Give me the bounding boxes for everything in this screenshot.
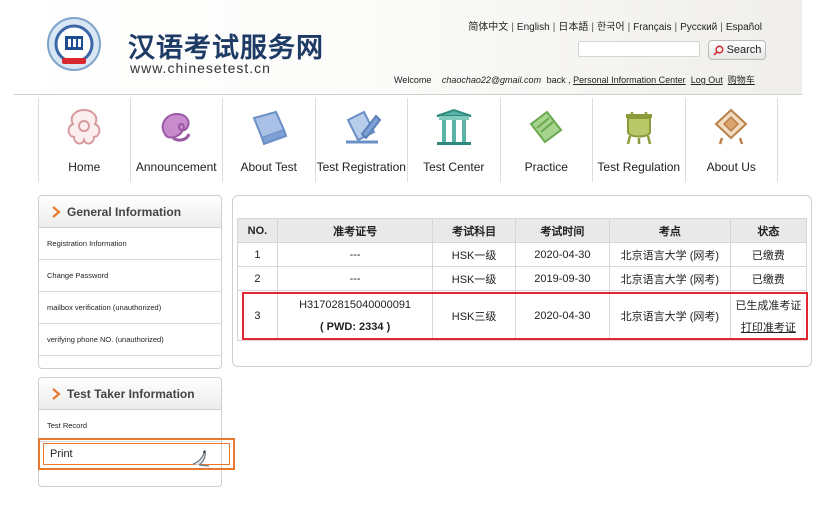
cell-time: 2020-04-30 (514, 290, 610, 341)
nav-label: Test Registration (316, 160, 406, 174)
about-test-icon (252, 110, 288, 146)
lang-es[interactable]: Español (726, 22, 762, 33)
lang-ko[interactable]: 한국어 (597, 22, 625, 33)
change-password-link[interactable]: Change Password (39, 260, 221, 292)
brand-url: www.chinesetest.cn (130, 60, 271, 76)
chevron-right-icon (52, 387, 61, 400)
column-header-subject: 考试科目 (432, 218, 516, 243)
nav-test-regulation[interactable]: Test Regulation (593, 98, 686, 182)
cell-admission-id: --- (276, 242, 434, 267)
cell-no: 1 (237, 242, 278, 267)
panel-title: Test Taker Information (67, 386, 195, 401)
lang-ru[interactable]: Русский (680, 22, 717, 33)
test-center-icon (436, 108, 472, 145)
column-header-time: 考试时间 (514, 218, 610, 243)
print-link[interactable]: Print (38, 438, 235, 470)
cell-status: 已缴费 (729, 266, 808, 291)
print-item-inner: Print (43, 443, 230, 467)
nav-home[interactable]: Home (38, 98, 131, 182)
cell-subject: HSK一级 (432, 242, 516, 267)
table-row: 1 --- HSK一级 2020-04-30 北京语言大学 (网考) 已缴费 (237, 242, 808, 267)
lang-en[interactable]: English (517, 22, 550, 33)
panel-title: General Information (67, 204, 182, 219)
nav-label: About Us (706, 160, 756, 174)
panel-footer (39, 356, 221, 368)
cell-site: 北京语言大学 (网考) (608, 242, 731, 267)
cell-subject: HSK一级 (432, 266, 516, 291)
phone-verification-link[interactable]: verifying phone NO. (unauthorized) (39, 324, 221, 356)
nav-label: About Test (240, 160, 297, 174)
welcome-text: Welcome (394, 75, 432, 85)
home-icon (67, 108, 101, 145)
admission-id: H31702815040000091 (299, 298, 412, 311)
about-us-icon (714, 108, 748, 145)
mailbox-verification-link[interactable]: mailbox verification (unauthorized) (39, 292, 221, 324)
bird-icon (192, 449, 210, 467)
cell-no: 2 (237, 266, 278, 291)
search-input[interactable] (578, 41, 700, 57)
table-row: 2 --- HSK一级 2019-09-30 北京语言大学 (网考) 已缴费 (237, 266, 808, 291)
search-button-label: Search (726, 44, 762, 56)
nav-label: Test Center (423, 160, 485, 174)
main-nav: Home Announcement About Test Test Regist… (38, 98, 778, 182)
personal-center-link[interactable]: Personal Information Center (573, 75, 686, 85)
nav-test-center[interactable]: Test Center (408, 98, 501, 182)
nav-label: Practice (524, 160, 568, 174)
cell-admission-id: H31702815040000091 ( PWD: 2334 ) (276, 290, 434, 341)
table-row: 3 H31702815040000091 ( PWD: 2334 ) HSK三级… (237, 290, 808, 341)
test-taker-information-header[interactable]: Test Taker Information (39, 378, 221, 410)
lang-fr[interactable]: Français (633, 22, 671, 33)
exam-table: NO. 准考证号 考试科目 考试时间 考点 状态 1 --- HSK一级 202… (237, 218, 808, 341)
cell-subject: HSK三级 (432, 290, 516, 341)
cell-site: 北京语言大学 (网考) (608, 290, 731, 341)
registration-information-link[interactable]: Registration Information (39, 228, 221, 260)
cell-site: 北京语言大学 (网考) (608, 266, 731, 291)
lang-zh[interactable]: 简体中文 (468, 22, 508, 33)
cell-time: 2020-04-30 (514, 242, 610, 267)
general-information-panel: General Information Registration Informa… (38, 195, 222, 369)
language-switcher: 简体中文 | English | 日本語 | 한국어 | Français | Русский | Es… (468, 22, 762, 33)
nav-practice[interactable]: Practice (501, 98, 593, 182)
column-header-status: 状态 (729, 218, 808, 243)
cart-link[interactable]: 购物车 (728, 75, 755, 85)
cell-status: 已缴费 (729, 242, 808, 267)
column-header-admission-id: 准考证号 (276, 218, 434, 243)
cell-status: 已生成准考证 打印准考证 (729, 290, 808, 341)
admission-password: ( PWD: 2334 ) (319, 320, 391, 333)
nav-label: Announcement (135, 160, 217, 174)
nav-test-registration[interactable]: Test Registration (316, 98, 408, 182)
nav-announcement[interactable]: Announcement (131, 98, 223, 182)
search-icon (713, 45, 724, 55)
announcement-icon (161, 112, 191, 142)
print-admission-ticket-link[interactable]: 打印准考证 (731, 319, 806, 335)
status-text: 已生成准考证 (735, 299, 802, 312)
lang-ja[interactable]: 日本語 (558, 22, 588, 33)
back-text: back , (546, 75, 571, 85)
test-taker-information-panel: Test Taker Information Test Record (38, 377, 222, 487)
nav-about-test[interactable]: About Test (223, 98, 316, 182)
site-header: 汉语考试服务网 www.chinesetest.cn 简体中文 | English |… (14, 0, 802, 95)
column-header-no: NO. (237, 218, 278, 243)
practice-icon (529, 110, 563, 144)
test-regulation-icon (625, 112, 652, 145)
search-button[interactable]: Search (708, 40, 766, 60)
logout-link[interactable]: Log Out (691, 75, 723, 85)
nav-label: Home (68, 160, 101, 174)
cell-admission-id: --- (276, 266, 434, 291)
welcome-bar: Welcome chaochao22@gmail.com back , Pers… (394, 73, 755, 86)
cell-time: 2019-09-30 (514, 266, 610, 291)
column-header-site: 考点 (608, 218, 731, 243)
chevron-right-icon (52, 205, 61, 218)
test-registration-icon (346, 110, 382, 144)
user-email: chaochao22@gmail.com (441, 75, 542, 85)
print-label: Print (50, 448, 73, 460)
hanban-logo-icon (47, 17, 101, 71)
nav-about-us[interactable]: About Us (686, 98, 778, 182)
table-header-row: NO. 准考证号 考试科目 考试时间 考点 状态 (237, 218, 808, 243)
nav-label: Test Regulation (597, 160, 681, 174)
cell-no: 3 (237, 290, 278, 341)
general-information-header[interactable]: General Information (39, 196, 221, 228)
